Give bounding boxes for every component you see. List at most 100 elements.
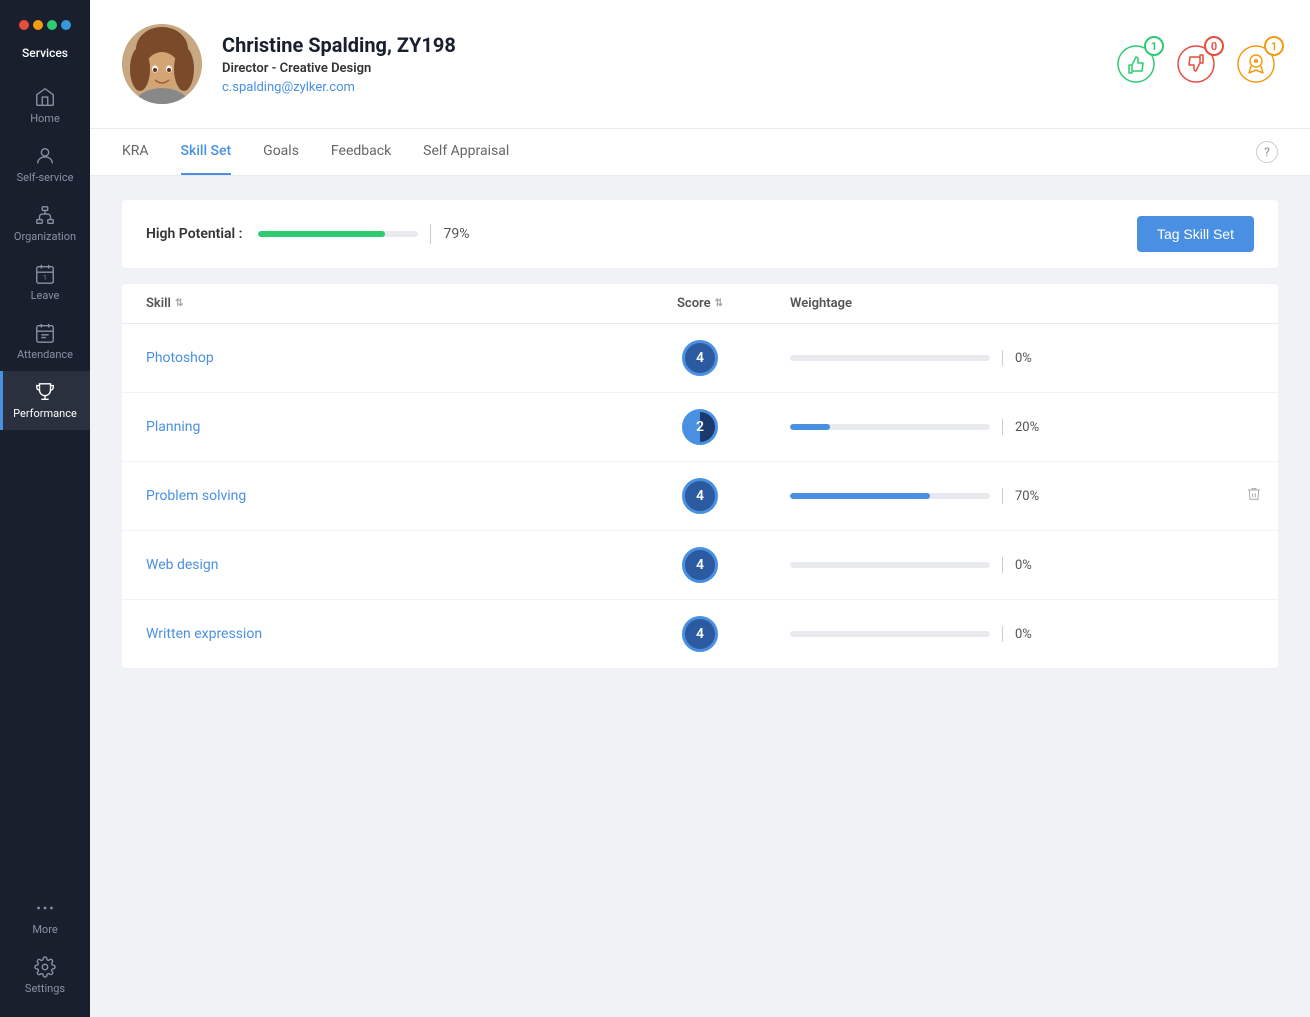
sidebar-item-leave[interactable]: 1 Leave: [0, 253, 90, 312]
table-row: Written expression 4 0%: [122, 600, 1278, 668]
weight-bar-web-design: [790, 562, 990, 568]
weight-divider: [1002, 557, 1003, 573]
delete-row-button[interactable]: [1246, 486, 1262, 506]
logo-dot-green: [47, 20, 57, 30]
tab-self-appraisal[interactable]: Self Appraisal: [423, 129, 509, 175]
thumbs-down-count: 0: [1204, 36, 1224, 56]
thumbs-up-count: 1: [1144, 36, 1164, 56]
gear-icon: [34, 956, 56, 978]
score-cell: 4: [610, 340, 790, 376]
hp-bar-track: [258, 231, 418, 237]
skill-photoshop[interactable]: Photoshop: [146, 350, 610, 366]
weight-bar-photoshop: [790, 355, 990, 361]
weightage-cell-problem-solving: 70%: [790, 488, 1254, 504]
score-badge-photoshop: 4: [682, 340, 718, 376]
weight-percent-photoshop: 0%: [1015, 351, 1032, 366]
score-badge-web-design: 4: [682, 547, 718, 583]
sidebar-item-label: More: [32, 923, 57, 936]
thumbs-up-badge[interactable]: 1: [1114, 42, 1158, 86]
high-potential-row: High Potential : 79% Tag Skill Set: [122, 200, 1278, 268]
attendance-icon: [34, 322, 56, 344]
award-badge[interactable]: 1: [1234, 42, 1278, 86]
sidebar-item-attendance[interactable]: Attendance: [0, 312, 90, 371]
leave-icon: 1: [34, 263, 56, 285]
hp-divider: [430, 224, 431, 244]
score-cell: 2: [610, 409, 790, 445]
person-icon: [34, 145, 56, 167]
sidebar-item-home[interactable]: Home: [0, 76, 90, 135]
sidebar-item-settings[interactable]: Settings: [0, 946, 90, 1005]
tab-feedback[interactable]: Feedback: [331, 129, 391, 175]
skill-written-expression[interactable]: Written expression: [146, 626, 610, 642]
score-badge-written-expression: 4: [682, 616, 718, 652]
tag-skill-set-button[interactable]: Tag Skill Set: [1137, 216, 1254, 252]
skill-web-design[interactable]: Web design: [146, 557, 610, 573]
sidebar-item-label: Performance: [13, 407, 77, 420]
col-skill: Skill ⇅: [146, 296, 610, 311]
weight-percent-written-expression: 0%: [1015, 627, 1032, 642]
services-label: Services: [22, 46, 68, 60]
sidebar-item-label: Attendance: [17, 348, 73, 361]
table-row: Problem solving 4 70%: [122, 462, 1278, 531]
content-area: High Potential : 79% Tag Skill Set Skill…: [90, 176, 1310, 1017]
weight-divider: [1002, 419, 1003, 435]
avatar-image: [122, 24, 202, 104]
sidebar-item-label: Leave: [31, 289, 60, 302]
weightage-cell-web-design: 0%: [790, 557, 1254, 573]
sidebar-item-label: Home: [30, 112, 60, 125]
help-icon[interactable]: ?: [1256, 141, 1278, 163]
profile-role: Director: [222, 61, 268, 76]
profile-email[interactable]: c.spalding@zylker.com: [222, 80, 456, 95]
weight-bar-planning: [790, 424, 990, 430]
profile-department: Creative Design: [280, 61, 372, 76]
logo-dot-blue: [61, 20, 71, 30]
skills-table: Skill ⇅ Score ⇅ Weightage Photoshop 4: [122, 284, 1278, 668]
score-cell: 4: [610, 547, 790, 583]
weight-percent-problem-solving: 70%: [1015, 489, 1039, 504]
profile-badges: 1 0 1: [1114, 42, 1278, 86]
col-score: Score ⇅: [610, 296, 790, 311]
skill-problem-solving[interactable]: Problem solving: [146, 488, 610, 504]
sidebar-item-organization[interactable]: Organization: [0, 194, 90, 253]
weight-bar-problem-solving: [790, 493, 990, 499]
weight-divider: [1002, 626, 1003, 642]
weightage-cell-planning: 20%: [790, 419, 1254, 435]
logo-dot-red: [19, 20, 29, 30]
tab-goals[interactable]: Goals: [263, 129, 299, 175]
score-cell: 4: [610, 478, 790, 514]
sidebar-item-label: Settings: [25, 982, 65, 995]
tab-skill-set[interactable]: Skill Set: [181, 129, 232, 175]
weightage-cell-photoshop: 0%: [790, 350, 1254, 366]
table-row: Web design 4 0%: [122, 531, 1278, 600]
skill-sort-icon[interactable]: ⇅: [175, 298, 183, 309]
table-row: Planning 2 20%: [122, 393, 1278, 462]
profile-name: Christine Spalding, ZY198: [222, 33, 456, 57]
trophy-icon: [34, 381, 56, 403]
weight-percent-planning: 20%: [1015, 420, 1039, 435]
avatar: [122, 24, 202, 104]
profile-header: Christine Spalding, ZY198 Director - Cre…: [90, 0, 1310, 129]
ellipsis-icon: [34, 897, 56, 919]
table-row: Photoshop 4 0%: [122, 324, 1278, 393]
weightage-cell-written-expression: 0%: [790, 626, 1254, 642]
sidebar-item-label: Self-service: [17, 171, 74, 184]
tab-kra[interactable]: KRA: [122, 129, 149, 175]
hp-label: High Potential :: [146, 226, 242, 242]
sidebar-item-self-service[interactable]: Self-service: [0, 135, 90, 194]
thumbs-down-badge[interactable]: 0: [1174, 42, 1218, 86]
logo-dot-yellow: [33, 20, 43, 30]
weight-bar-written-expression: [790, 631, 990, 637]
sidebar-item-performance[interactable]: Performance: [0, 371, 90, 430]
skill-planning[interactable]: Planning: [146, 419, 610, 435]
trash-icon: [1246, 486, 1262, 502]
app-logo: [19, 12, 71, 38]
weight-divider: [1002, 488, 1003, 504]
table-header: Skill ⇅ Score ⇅ Weightage: [122, 284, 1278, 324]
score-sort-icon[interactable]: ⇅: [715, 298, 723, 309]
hp-bar-container: 79%: [258, 224, 1120, 244]
score-badge-problem-solving: 4: [682, 478, 718, 514]
weight-divider: [1002, 350, 1003, 366]
sidebar-item-more[interactable]: More: [0, 887, 90, 946]
sidebar-item-label: Organization: [14, 230, 76, 243]
tabs-bar: KRA Skill Set Goals Feedback Self Apprai…: [90, 129, 1310, 176]
